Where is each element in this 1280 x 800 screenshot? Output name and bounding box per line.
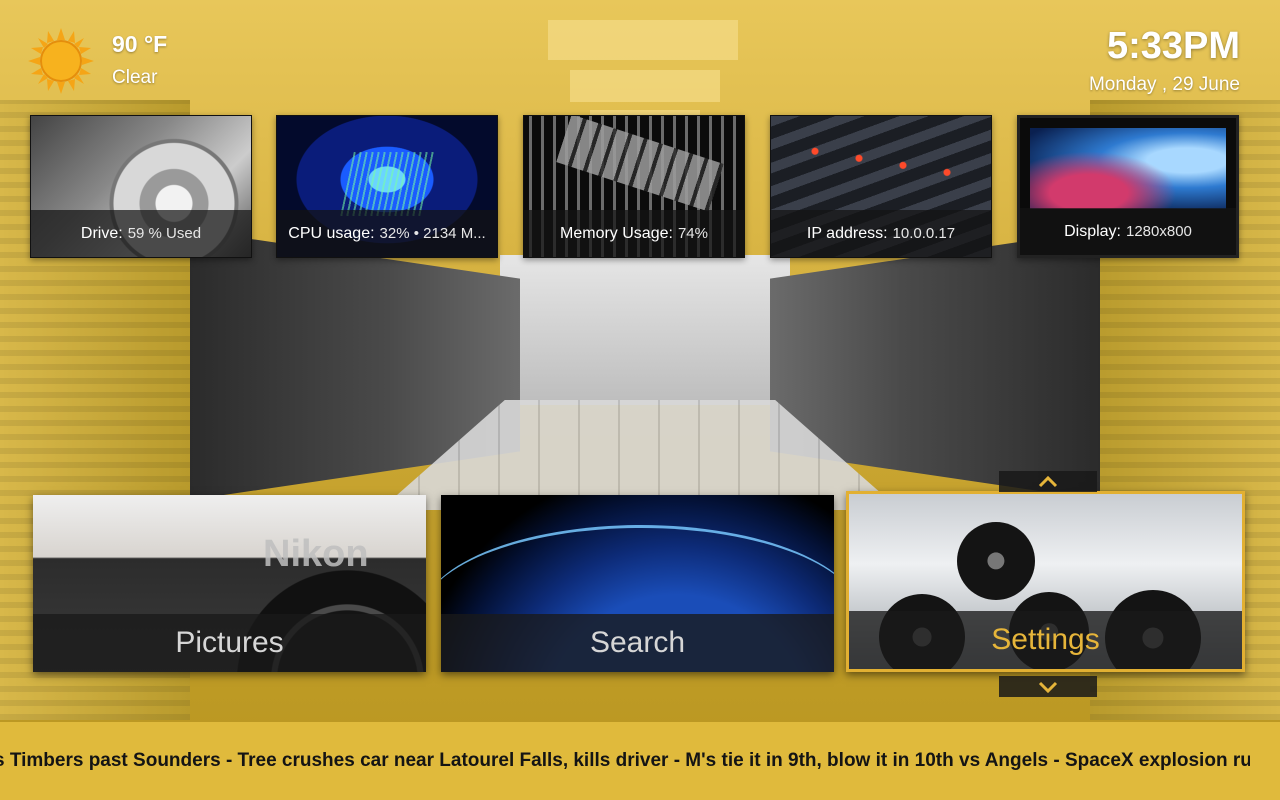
news-ticker-text: s Timbers past Sounders - Tree crushes c… <box>0 750 1250 771</box>
info-key: CPU usage: <box>288 224 375 242</box>
info-tile-display[interactable]: Display: 1280x800 <box>1017 115 1239 258</box>
menu-tile-label: Pictures <box>33 614 426 672</box>
menu-tile-settings[interactable]: Settings <box>846 491 1245 672</box>
info-key: Drive: <box>80 224 123 242</box>
menu-tile-label: Settings <box>849 611 1242 669</box>
info-tile-label: Drive: 59 % Used <box>31 210 251 257</box>
info-value: 1280x800 <box>1126 223 1192 240</box>
gear-icon <box>948 513 1044 609</box>
info-tile-ip-address[interactable]: IP address: 10.0.0.17 <box>770 115 992 258</box>
news-ticker: s Timbers past Sounders - Tree crushes c… <box>0 722 1280 800</box>
info-tile-memory[interactable]: Memory Usage: 74% <box>523 115 745 258</box>
clock-date: Monday , 29 June <box>1088 74 1240 95</box>
menu-tile-pictures[interactable]: Pictures <box>33 495 426 672</box>
clock-widget: 5:33PM Monday , 29 June <box>1089 24 1240 98</box>
info-key: Display: <box>1064 222 1121 240</box>
info-tile-label: IP address: 10.0.0.17 <box>771 210 991 257</box>
info-tile-label: Display: 1280x800 <box>1020 208 1236 255</box>
chevron-up-icon <box>1038 475 1058 487</box>
info-value: 59 % Used <box>127 225 202 242</box>
info-tile-label: CPU usage: 32% • 2134 M... <box>277 210 497 257</box>
info-value: 32% • 2134 M... <box>379 225 486 242</box>
scroll-up-button[interactable] <box>999 471 1097 492</box>
info-key: Memory Usage: <box>560 224 673 242</box>
sun-icon <box>26 26 96 96</box>
info-tile-label: Memory Usage: 74% <box>524 210 744 257</box>
chevron-down-icon <box>1038 681 1058 693</box>
temperature-text: 90 °F <box>112 31 168 57</box>
info-value: 10.0.0.17 <box>892 225 956 242</box>
info-tile-drive[interactable]: Drive: 59 % Used <box>30 115 252 258</box>
info-tile-cpu[interactable]: CPU usage: 32% • 2134 M... <box>276 115 498 258</box>
menu-tile-label: Search <box>441 614 834 672</box>
info-value: 74% <box>677 225 708 242</box>
weather-condition-text: Clear <box>112 67 158 88</box>
info-key: IP address: <box>806 224 888 242</box>
scroll-down-button[interactable] <box>999 676 1097 697</box>
clock-time: 5:33PM <box>1106 25 1240 67</box>
menu-tile-search[interactable]: Search <box>441 495 834 672</box>
weather-widget: 90 °F Clear <box>26 26 167 96</box>
